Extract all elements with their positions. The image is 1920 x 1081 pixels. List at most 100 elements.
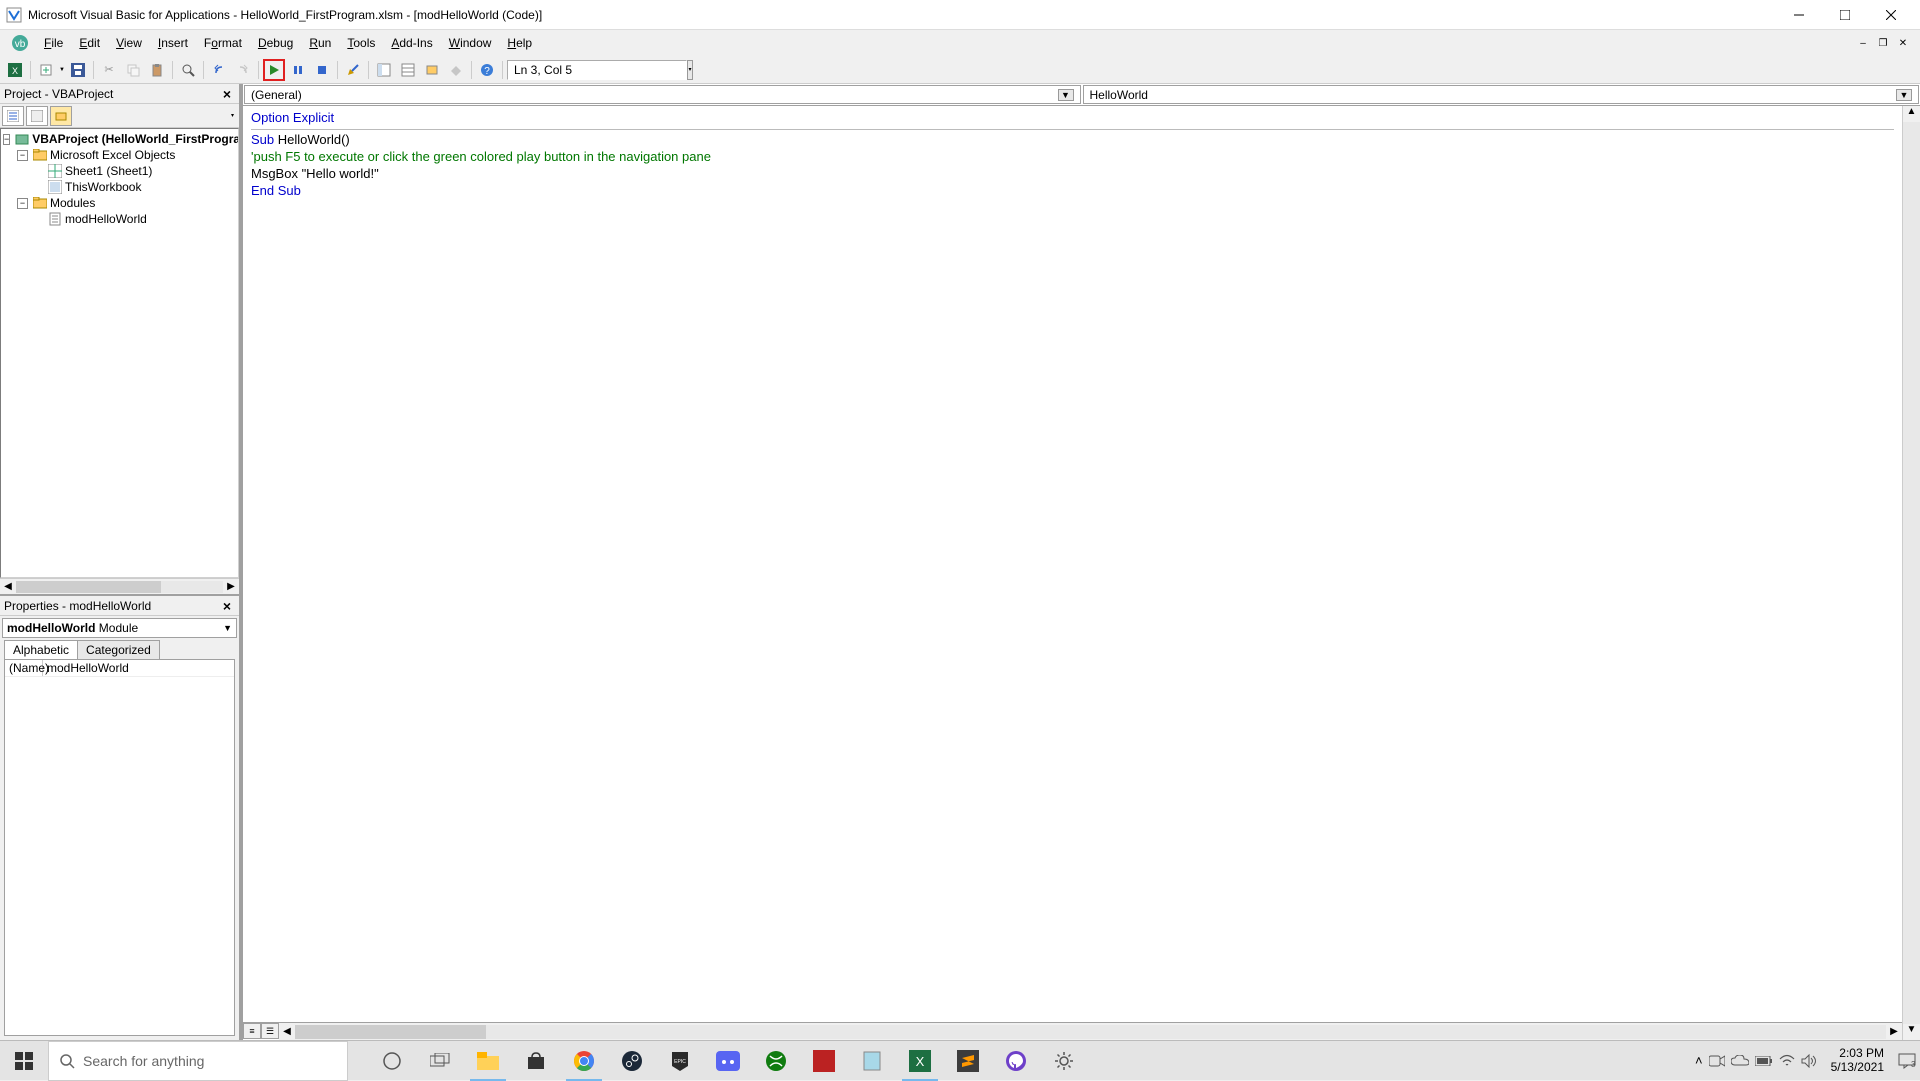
paste-button[interactable] xyxy=(146,59,168,81)
procedure-combo[interactable]: HelloWorld ▼ xyxy=(1083,85,1920,104)
taskbar-chrome-icon[interactable] xyxy=(560,1041,608,1081)
redo-button[interactable] xyxy=(232,59,254,81)
menu-run[interactable]: Run xyxy=(301,34,339,52)
property-name-value[interactable]: modHelloWorld xyxy=(43,660,234,676)
run-button[interactable] xyxy=(263,59,285,81)
project-tree[interactable]: − VBAProject (HelloWorld_FirstProgram.xl… xyxy=(0,128,239,578)
project-explorer-button[interactable] xyxy=(373,59,395,81)
tray-onedrive-icon[interactable] xyxy=(1731,1055,1749,1067)
view-object-button[interactable] xyxy=(26,106,48,126)
tray-wifi-icon[interactable] xyxy=(1779,1054,1795,1068)
properties-window-button[interactable] xyxy=(397,59,419,81)
toolbar-overflow-icon[interactable]: ▾ xyxy=(687,60,693,80)
menu-insert[interactable]: Insert xyxy=(150,34,196,52)
taskbar-store-icon[interactable] xyxy=(512,1041,560,1081)
mdi-minimize-button[interactable]: – xyxy=(1854,35,1872,51)
project-toolbar-overflow-icon[interactable]: ▾ xyxy=(231,112,237,119)
object-browser-button[interactable] xyxy=(421,59,443,81)
scroll-right-icon[interactable]: ▶ xyxy=(1886,1026,1902,1037)
save-button[interactable] xyxy=(67,59,89,81)
menu-window[interactable]: Window xyxy=(441,34,500,52)
taskbar-github-icon[interactable] xyxy=(992,1041,1040,1081)
maximize-button[interactable] xyxy=(1822,0,1868,30)
view-excel-button[interactable]: X xyxy=(4,59,26,81)
scroll-left-icon[interactable]: ◀ xyxy=(279,1026,295,1037)
mdi-restore-button[interactable]: ❐ xyxy=(1874,35,1892,51)
menu-debug[interactable]: Debug xyxy=(250,34,301,52)
tray-meet-now-icon[interactable] xyxy=(1709,1054,1725,1068)
taskbar-xbox-icon[interactable] xyxy=(752,1041,800,1081)
reset-button[interactable] xyxy=(311,59,333,81)
scrollbar-thumb[interactable] xyxy=(295,1025,486,1039)
properties-panel-close-button[interactable]: × xyxy=(219,598,235,614)
taskbar-search[interactable]: Search for anything xyxy=(48,1041,348,1081)
cut-button[interactable]: ✂ xyxy=(98,59,120,81)
find-button[interactable] xyxy=(177,59,199,81)
tray-notifications-icon[interactable]: 3 xyxy=(1898,1053,1916,1069)
view-code-button[interactable] xyxy=(2,106,24,126)
mdi-close-button[interactable]: ✕ xyxy=(1894,35,1912,51)
help-button[interactable]: ? xyxy=(476,59,498,81)
code-vscroll[interactable]: ▲ ▼ xyxy=(1902,106,1920,1040)
tree-item-modhelloworld[interactable]: modHelloWorld xyxy=(3,211,236,227)
tab-categorized[interactable]: Categorized xyxy=(77,640,160,659)
object-combo[interactable]: (General) ▼ xyxy=(244,85,1081,104)
tree-root[interactable]: − VBAProject (HelloWorld_FirstProgram.xl… xyxy=(3,131,236,147)
taskbar-discord-icon[interactable] xyxy=(704,1041,752,1081)
taskbar-epic-icon[interactable]: EPIC xyxy=(656,1041,704,1081)
menu-addins[interactable]: Add-Ins xyxy=(383,34,440,52)
tree-folder-excel-objects[interactable]: − Microsoft Excel Objects xyxy=(3,147,236,163)
taskbar-steam-icon[interactable] xyxy=(608,1041,656,1081)
menu-view[interactable]: View xyxy=(108,34,150,52)
tray-battery-icon[interactable] xyxy=(1755,1056,1773,1066)
collapse-icon[interactable]: − xyxy=(17,198,28,209)
collapse-icon[interactable]: − xyxy=(3,134,10,145)
toolbox-button[interactable] xyxy=(445,59,467,81)
task-view-icon[interactable] xyxy=(416,1041,464,1081)
tray-clock[interactable]: 2:03 PM 5/13/2021 xyxy=(1823,1047,1892,1073)
toggle-folders-button[interactable] xyxy=(50,106,72,126)
full-module-view-button[interactable]: ☰ xyxy=(261,1023,279,1039)
insert-dropdown-icon[interactable]: ▼ xyxy=(59,67,65,73)
scroll-left-icon[interactable]: ◀ xyxy=(0,581,16,592)
menu-format[interactable]: Format xyxy=(196,34,250,52)
cortana-icon[interactable] xyxy=(368,1041,416,1081)
close-button[interactable] xyxy=(1868,0,1914,30)
menu-edit[interactable]: Edit xyxy=(71,34,108,52)
scroll-down-icon[interactable]: ▼ xyxy=(1903,1024,1920,1040)
copy-button[interactable] xyxy=(122,59,144,81)
break-button[interactable] xyxy=(287,59,309,81)
tray-volume-icon[interactable] xyxy=(1801,1054,1817,1068)
project-panel-close-button[interactable]: × xyxy=(219,86,235,102)
taskbar-sublime-icon[interactable] xyxy=(944,1041,992,1081)
collapse-icon[interactable]: − xyxy=(17,150,28,161)
scrollbar-thumb[interactable] xyxy=(16,581,161,593)
undo-button[interactable] xyxy=(208,59,230,81)
property-row-name[interactable]: (Name) modHelloWorld xyxy=(5,660,234,677)
taskbar-settings-icon[interactable] xyxy=(1040,1041,1088,1081)
taskbar-notepad-icon[interactable] xyxy=(848,1041,896,1081)
tree-folder-modules[interactable]: − Modules xyxy=(3,195,236,211)
taskbar-excel-icon[interactable]: X xyxy=(896,1041,944,1081)
properties-object-combo[interactable]: modHelloWorld Module ▼ xyxy=(2,618,237,638)
code-hscroll[interactable]: ◀ ▶ xyxy=(279,1023,1902,1040)
tray-overflow-icon[interactable]: ˄ xyxy=(1695,1053,1703,1068)
procedure-view-button[interactable]: ≡ xyxy=(243,1023,261,1039)
scroll-right-icon[interactable]: ▶ xyxy=(223,581,239,592)
taskbar-app-icon[interactable] xyxy=(800,1041,848,1081)
taskbar-file-explorer-icon[interactable] xyxy=(464,1041,512,1081)
project-tree-hscroll[interactable]: ◀ ▶ xyxy=(0,578,239,594)
scrollbar-track[interactable] xyxy=(16,581,223,593)
menu-file[interactable]: File xyxy=(36,34,71,52)
minimize-button[interactable] xyxy=(1776,0,1822,30)
start-button[interactable] xyxy=(0,1041,48,1081)
menu-tools[interactable]: Tools xyxy=(339,34,383,52)
scrollbar-track[interactable] xyxy=(1903,122,1920,1024)
code-editor[interactable]: Option Explicit Sub HelloWorld() 'push F… xyxy=(243,106,1902,1022)
tab-alphabetic[interactable]: Alphabetic xyxy=(4,640,78,659)
scroll-up-icon[interactable]: ▲ xyxy=(1903,106,1920,122)
tree-item-sheet1[interactable]: Sheet1 (Sheet1) xyxy=(3,163,236,179)
insert-button[interactable] xyxy=(35,59,57,81)
scrollbar-track[interactable] xyxy=(295,1025,1886,1039)
tree-item-thisworkbook[interactable]: ThisWorkbook xyxy=(3,179,236,195)
